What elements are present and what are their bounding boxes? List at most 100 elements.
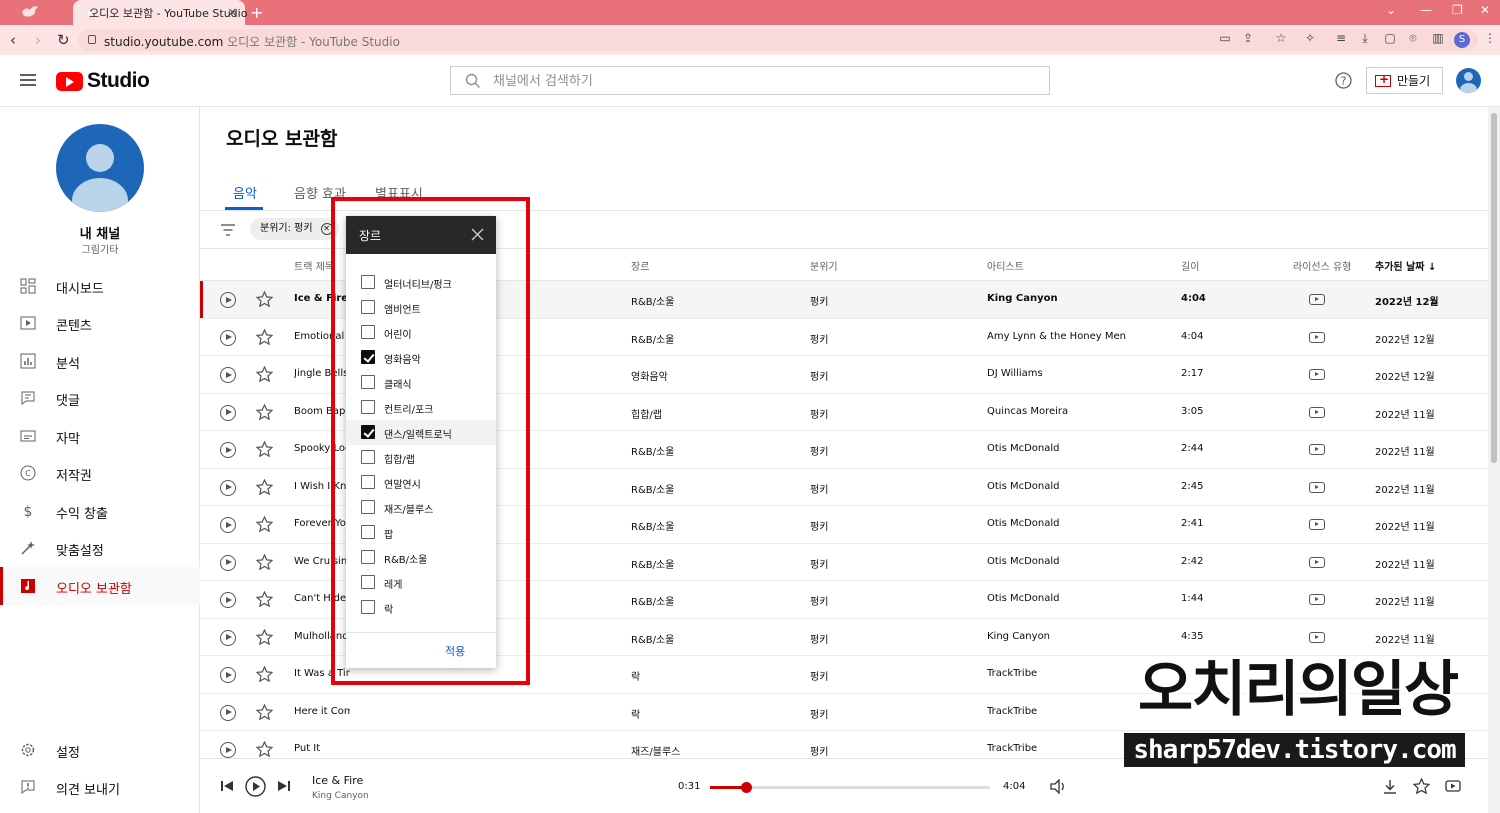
favorite-icon[interactable]: ☆	[1273, 31, 1289, 47]
back-icon[interactable]: ‹	[10, 31, 16, 49]
volume-icon[interactable]	[1050, 779, 1068, 794]
page-scrollbar[interactable]	[1488, 107, 1500, 813]
checkbox[interactable]	[361, 550, 375, 564]
minimize-icon[interactable]: —	[1420, 3, 1432, 17]
sidebar-item-settings[interactable]: 설정	[0, 731, 200, 769]
play-icon[interactable]	[220, 404, 236, 421]
star-icon[interactable]	[256, 478, 273, 495]
play-icon[interactable]	[220, 479, 236, 496]
checkbox[interactable]	[361, 325, 375, 339]
genre-option[interactable]: 연말연시	[346, 470, 496, 495]
new-tab-icon[interactable]: +	[250, 3, 263, 22]
checkbox[interactable]	[361, 375, 375, 389]
play-icon[interactable]	[220, 329, 236, 346]
tab-music[interactable]: 음악	[233, 183, 257, 202]
search-input[interactable]	[493, 71, 1033, 91]
genre-option[interactable]: 댄스/일렉트로닉	[346, 420, 496, 445]
restore-icon[interactable]: ❐	[1452, 3, 1463, 17]
filter-chip-mood[interactable]: 분위기: 펑키 ✕	[250, 218, 339, 240]
play-icon[interactable]	[220, 704, 236, 721]
license-icon[interactable]	[1309, 369, 1325, 380]
media-icon[interactable]: ▢	[1382, 31, 1398, 47]
checkbox[interactable]	[361, 275, 375, 289]
genre-option[interactable]: 락	[346, 595, 496, 620]
checkbox[interactable]	[361, 300, 375, 314]
sidebar-item-feedback[interactable]: 의견 보내기	[0, 768, 200, 806]
play-icon[interactable]	[220, 367, 236, 383]
license-icon[interactable]	[1309, 631, 1325, 643]
license-icon[interactable]	[1309, 444, 1325, 455]
sidebar-item-monetization[interactable]: $ 수익 창출	[0, 492, 200, 530]
next-track-icon[interactable]	[277, 780, 291, 792]
screenshot-icon[interactable]: ⌾	[1405, 31, 1421, 47]
hamburger-menu-icon[interactable]	[20, 74, 36, 86]
genre-option[interactable]: 영화음악	[346, 345, 496, 370]
sidebar-item-content[interactable]: 콘텐츠	[0, 304, 200, 342]
share-icon[interactable]: ⇪	[1240, 31, 1256, 47]
license-icon[interactable]	[1309, 294, 1325, 305]
account-avatar[interactable]	[1456, 68, 1481, 93]
reload-icon[interactable]: ↻	[57, 31, 70, 49]
apply-button[interactable]: 적용	[445, 643, 465, 659]
checkbox[interactable]	[361, 600, 375, 614]
scrollbar-thumb[interactable]	[1491, 113, 1497, 463]
reading-list-icon[interactable]: ≡	[1333, 31, 1349, 47]
sidebar-toggle-icon[interactable]: ▥	[1430, 31, 1446, 47]
genre-option[interactable]: 앰비언트	[346, 295, 496, 320]
browser-profile-avatar[interactable]: S	[1454, 32, 1470, 48]
seek-handle[interactable]	[740, 782, 752, 793]
license-icon[interactable]	[1309, 406, 1325, 418]
play-icon[interactable]	[220, 554, 236, 571]
play-icon[interactable]	[220, 517, 236, 533]
star-icon[interactable]	[256, 703, 273, 720]
sidebar-item-copyright[interactable]: C 저작권	[0, 454, 200, 492]
column-artist[interactable]: 아티스트	[987, 258, 1024, 273]
channel-avatar[interactable]	[56, 124, 144, 212]
remove-filter-icon[interactable]: ✕	[320, 223, 333, 235]
channel-search[interactable]	[450, 66, 1050, 95]
star-icon[interactable]	[256, 666, 273, 682]
create-button[interactable]: 만들기	[1366, 67, 1443, 94]
sidebar-item-subtitles[interactable]: 자막	[0, 417, 200, 455]
filter-icon[interactable]	[220, 224, 236, 236]
help-icon[interactable]: ?	[1335, 72, 1352, 89]
checkbox[interactable]	[361, 525, 375, 539]
checkbox[interactable]	[361, 425, 375, 439]
play-icon[interactable]	[220, 629, 236, 646]
star-icon[interactable]	[256, 328, 273, 345]
star-icon[interactable]	[256, 366, 273, 382]
genre-option[interactable]: 얼터너티브/펑크	[346, 270, 496, 295]
close-window-icon[interactable]: ✕	[1480, 3, 1490, 17]
genre-option[interactable]: R&B/소울	[346, 545, 496, 570]
checkbox[interactable]	[361, 475, 375, 489]
sidebar-item-comments[interactable]: 댓글	[0, 379, 200, 417]
tab-search-icon[interactable]: ⌄	[1386, 3, 1396, 17]
column-mood[interactable]: 분위기	[810, 258, 838, 273]
star-track-icon[interactable]	[1413, 778, 1430, 794]
column-date-added[interactable]: 추가된 날짜 ↓	[1375, 258, 1436, 273]
column-license[interactable]: 라이선스 유형	[1293, 258, 1351, 273]
tab-starred[interactable]: 별표표시	[375, 183, 423, 202]
license-icon[interactable]	[1309, 519, 1325, 530]
genre-option[interactable]: 힙합/랩	[346, 445, 496, 470]
column-title[interactable]: 트랙 제목	[294, 258, 334, 273]
cast-icon[interactable]: ▭	[1217, 31, 1233, 47]
checkbox[interactable]	[361, 400, 375, 414]
play-pause-icon[interactable]	[245, 776, 266, 797]
extensions-icon[interactable]: ✧	[1302, 31, 1318, 47]
play-icon[interactable]	[220, 592, 236, 608]
download-track-icon[interactable]	[1383, 779, 1397, 794]
column-genre[interactable]: 장르	[631, 258, 649, 273]
play-icon[interactable]	[220, 442, 236, 458]
star-icon[interactable]	[256, 403, 273, 420]
address-bar[interactable]: studio.youtube.com 오디오 보관함 - YouTube Stu…	[78, 29, 1478, 51]
genre-option[interactable]: 어린이	[346, 320, 496, 345]
forward-icon[interactable]: ›	[35, 31, 41, 49]
sidebar-item-audio-library[interactable]: 오디오 보관함	[0, 567, 200, 605]
sidebar-item-analytics[interactable]: 분석	[0, 342, 200, 380]
genre-option[interactable]: 컨트리/포크	[346, 395, 496, 420]
sidebar-item-customization[interactable]: 맞춤설정	[0, 529, 200, 567]
license-icon[interactable]	[1309, 556, 1325, 568]
studio-logo[interactable]: Studio	[56, 69, 150, 93]
column-length[interactable]: 길이	[1181, 258, 1199, 273]
